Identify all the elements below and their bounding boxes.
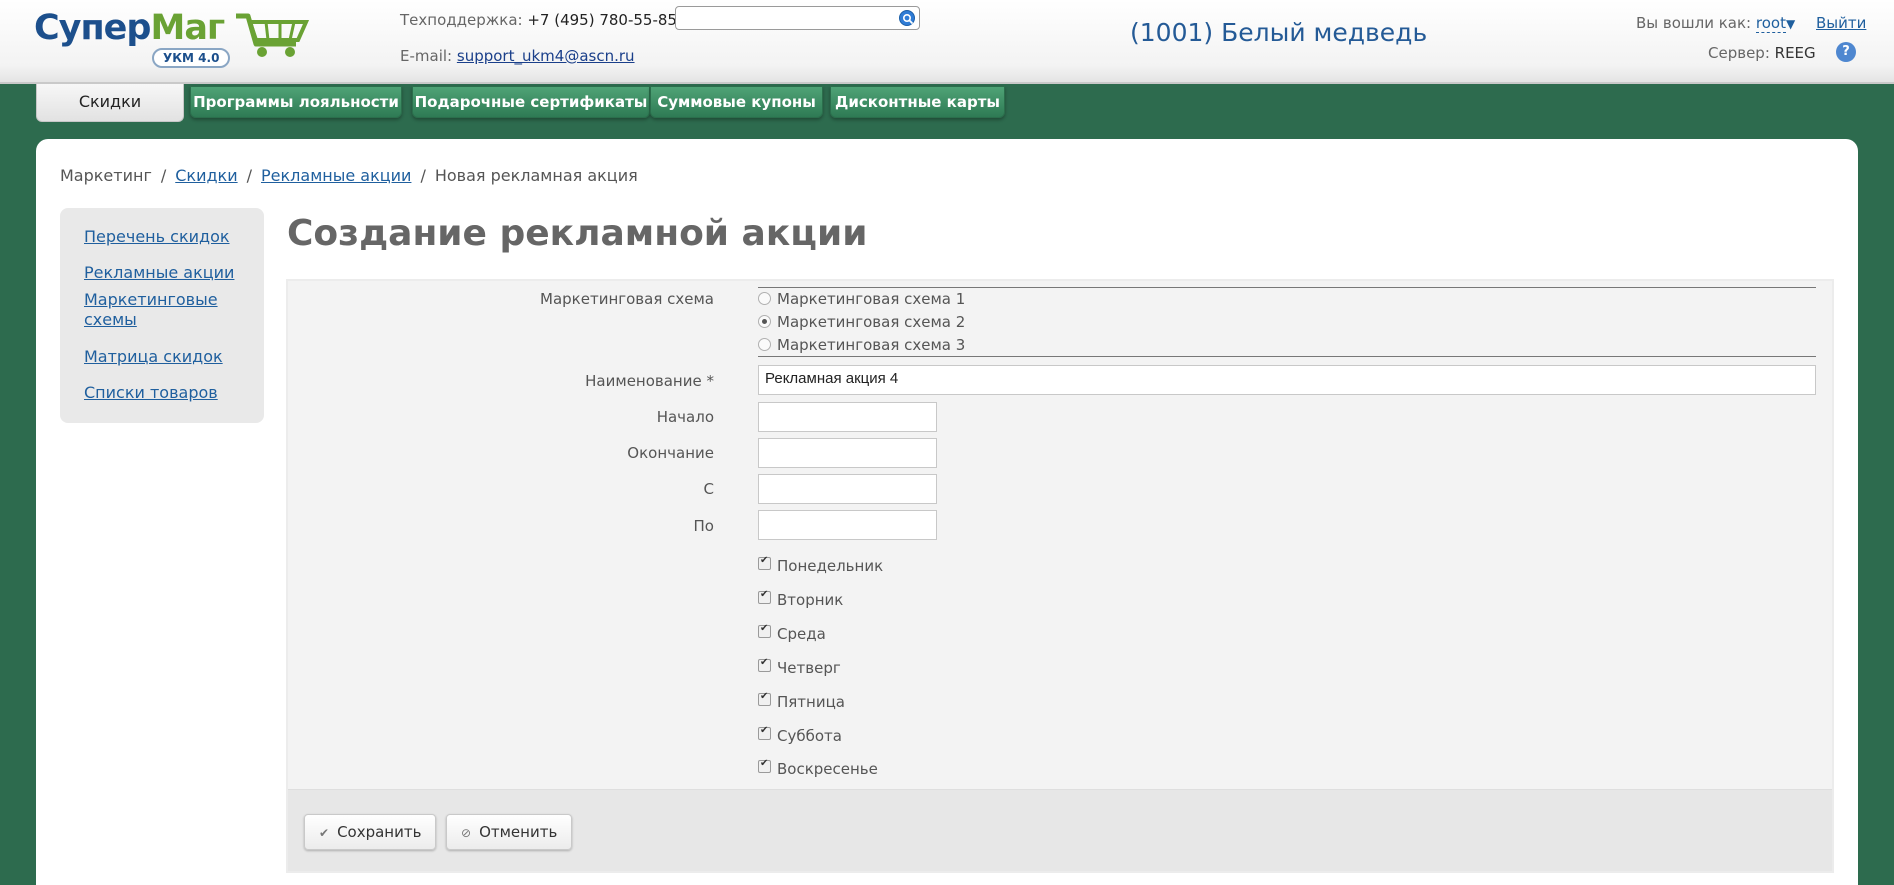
header: СуперМаг УКМ 4.0 Техподдержка: +7 (495) … bbox=[0, 0, 1894, 84]
from-time-label: С bbox=[703, 480, 714, 498]
help-icon[interactable]: ? bbox=[1836, 42, 1856, 62]
search-icon bbox=[902, 13, 914, 25]
store-name: (1001) Белый медведь bbox=[1130, 18, 1428, 47]
logout-link[interactable]: Выйти bbox=[1816, 14, 1866, 32]
breadcrumb: Маркетинг / Скидки / Рекламные акции / Новая р… bbox=[60, 166, 638, 185]
search-input[interactable] bbox=[675, 6, 920, 30]
logo-text: СуперМаг bbox=[34, 8, 225, 48]
form-actions: ✔ Сохранить ⊘ Отменить bbox=[288, 789, 1832, 871]
support-info: Техподдержка: +7 (495) 780-55-85 bbox=[400, 11, 677, 29]
email-link[interactable]: support_ukm4@ascn.ru bbox=[457, 47, 635, 65]
main-panel: Маркетинг / Скидки / Рекламные акции / Новая р… bbox=[36, 139, 1858, 885]
breadcrumb-root: Маркетинг bbox=[60, 166, 152, 185]
day-wednesday[interactable]: Среда bbox=[758, 623, 826, 643]
login-info: Вы вошли как: root▼ bbox=[1636, 14, 1795, 33]
check-icon: ✔ bbox=[319, 826, 330, 840]
start-label: Начало bbox=[656, 408, 714, 426]
cancel-button-label: Отменить bbox=[479, 823, 558, 841]
breadcrumb-separator: / bbox=[160, 166, 167, 185]
checkbox[interactable] bbox=[758, 623, 771, 638]
day-tuesday[interactable]: Вторник bbox=[758, 589, 844, 609]
scheme-option-3[interactable]: Маркетинговая схема 3 bbox=[758, 336, 965, 354]
sidebar: Перечень скидок Рекламные акции Маркетин… bbox=[60, 208, 264, 423]
day-saturday[interactable]: Суббота bbox=[758, 725, 842, 745]
support-phone: +7 (495) 780-55-85 bbox=[527, 11, 677, 29]
day-thursday[interactable]: Четверг bbox=[758, 657, 841, 677]
name-field[interactable]: Рекламная акция 4 bbox=[758, 365, 1816, 395]
day-label: Вторник bbox=[777, 591, 844, 609]
tab-discounts[interactable]: Скидки bbox=[36, 84, 184, 122]
radio-button[interactable] bbox=[758, 338, 771, 351]
logged-in-label: Вы вошли как: bbox=[1636, 14, 1752, 32]
breadcrumb-discounts[interactable]: Скидки bbox=[175, 166, 237, 185]
checkbox[interactable] bbox=[758, 725, 771, 740]
chevron-down-icon[interactable]: ▼ bbox=[1786, 17, 1795, 31]
checkbox[interactable] bbox=[758, 691, 771, 706]
version-badge: УКМ 4.0 bbox=[152, 48, 231, 68]
to-time-field[interactable] bbox=[758, 510, 937, 540]
promotion-form: Маркетинговая схема Маркетинговая схема … bbox=[286, 279, 1834, 873]
day-monday[interactable]: Понедельник bbox=[758, 555, 884, 575]
checkbox[interactable] bbox=[758, 555, 771, 570]
server-value: REEG bbox=[1774, 44, 1816, 62]
day-label: Четверг bbox=[777, 659, 841, 677]
breadcrumb-separator: / bbox=[246, 166, 252, 185]
day-sunday[interactable]: Воскресенье bbox=[758, 758, 878, 778]
tab-gift-certificates[interactable]: Подарочные сертификаты bbox=[412, 86, 650, 118]
scheme-option-label: Маркетинговая схема 2 bbox=[777, 313, 966, 331]
to-time-label: По bbox=[693, 517, 714, 535]
day-label: Суббота bbox=[777, 727, 842, 745]
scheme-option-label: Маркетинговая схема 1 bbox=[777, 290, 966, 308]
breadcrumb-promotions[interactable]: Рекламные акции bbox=[261, 166, 411, 185]
support-label: Техподдержка: bbox=[400, 11, 523, 29]
logo-part2: Маг bbox=[150, 8, 225, 48]
tab-discount-cards[interactable]: Дисконтные карты bbox=[830, 86, 1005, 118]
checkbox[interactable] bbox=[758, 657, 771, 672]
from-time-field[interactable] bbox=[758, 474, 937, 504]
checkbox[interactable] bbox=[758, 589, 771, 604]
scheme-option-1[interactable]: Маркетинговая схема 1 bbox=[758, 290, 965, 308]
shopping-cart-icon bbox=[236, 13, 310, 57]
sidebar-item-promotions[interactable]: Рекламные акции bbox=[84, 263, 244, 283]
user-menu[interactable]: root bbox=[1755, 14, 1786, 33]
day-label: Воскресенье bbox=[777, 760, 878, 778]
email-info: E-mail: support_ukm4@ascn.ru bbox=[400, 47, 635, 65]
radio-button[interactable] bbox=[758, 292, 771, 305]
day-label: Пятница bbox=[777, 693, 845, 711]
save-button[interactable]: ✔ Сохранить bbox=[304, 814, 437, 850]
end-label: Окончание bbox=[627, 444, 714, 462]
cancel-icon: ⊘ bbox=[461, 826, 472, 840]
breadcrumb-separator: / bbox=[420, 166, 426, 185]
scheme-option-label: Маркетинговая схема 3 bbox=[777, 336, 966, 354]
sidebar-item-product-lists[interactable]: Списки товаров bbox=[84, 383, 244, 403]
breadcrumb-current: Новая рекламная акция bbox=[434, 166, 638, 185]
start-date-field[interactable] bbox=[758, 402, 937, 432]
tab-sum-coupons[interactable]: Суммовые купоны bbox=[650, 86, 823, 118]
tab-loyalty-programs[interactable]: Программы лояльности bbox=[190, 86, 402, 118]
scheme-label: Маркетинговая схема bbox=[540, 290, 714, 308]
search-button[interactable] bbox=[899, 10, 915, 26]
scheme-radio-group: Маркетинговая схема 1 Маркетинговая схем… bbox=[758, 287, 1816, 357]
end-date-field[interactable] bbox=[758, 438, 937, 468]
radio-button[interactable] bbox=[758, 315, 771, 328]
cancel-button[interactable]: ⊘ Отменить bbox=[446, 814, 573, 850]
logo[interactable]: СуперМаг УКМ 4.0 bbox=[34, 8, 310, 72]
page-title: Создание рекламной акции bbox=[287, 213, 868, 254]
sidebar-item-marketing-schemes[interactable]: Маркетинговые схемы bbox=[84, 290, 234, 330]
day-label: Понедельник bbox=[777, 557, 884, 575]
server-info: Сервер: REEG bbox=[1708, 44, 1816, 62]
save-button-label: Сохранить bbox=[337, 823, 422, 841]
day-label: Среда bbox=[777, 625, 826, 643]
day-friday[interactable]: Пятница bbox=[758, 691, 845, 711]
checkbox[interactable] bbox=[758, 758, 771, 773]
server-label: Сервер: bbox=[1708, 44, 1770, 62]
email-label: E-mail: bbox=[400, 47, 453, 65]
sidebar-item-discount-list[interactable]: Перечень скидок bbox=[84, 227, 244, 247]
sidebar-item-discount-matrix[interactable]: Матрица скидок bbox=[84, 347, 244, 367]
scheme-option-2[interactable]: Маркетинговая схема 2 bbox=[758, 313, 965, 331]
logo-part1: Супер bbox=[34, 8, 151, 48]
name-label: Наименование * bbox=[585, 372, 714, 390]
